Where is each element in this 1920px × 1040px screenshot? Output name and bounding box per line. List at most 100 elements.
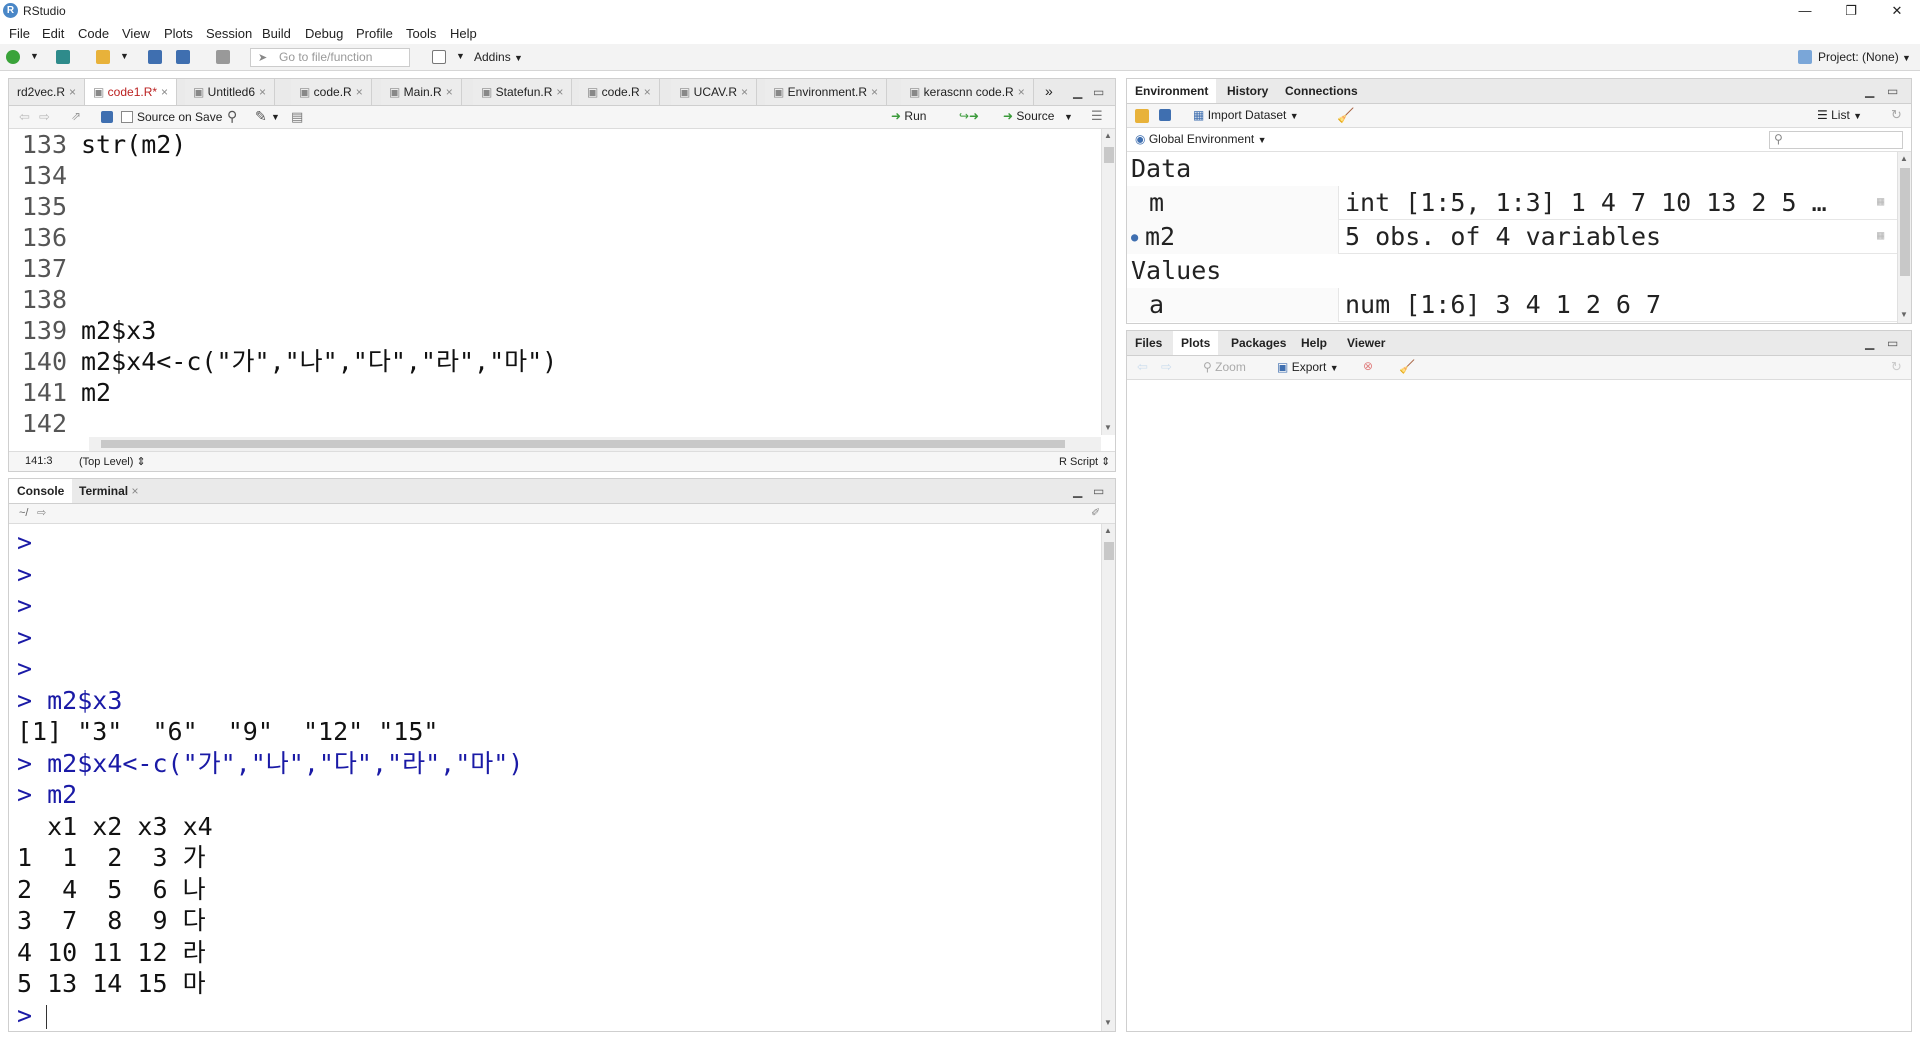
tab-history[interactable]: History <box>1219 79 1276 103</box>
remove-plot-icon[interactable]: ⊗ <box>1363 359 1373 373</box>
editor-tab[interactable]: ▣ kerascnn code.R × <box>901 79 1034 105</box>
new-file-icon[interactable] <box>6 50 20 64</box>
editor-vertical-scrollbar[interactable]: ▲ ▼ <box>1101 129 1115 435</box>
previous-plot-icon[interactable]: ⇦ <box>1137 359 1148 375</box>
show-in-window-icon[interactable]: ⇗ <box>71 109 81 123</box>
close-icon[interactable]: × <box>161 85 168 99</box>
scroll-thumb[interactable] <box>1104 147 1114 163</box>
scroll-down-icon[interactable]: ▼ <box>1900 310 1908 319</box>
editor-tab[interactable]: ▣ Environment.R × <box>765 79 888 105</box>
broom-icon[interactable]: 🧹 <box>1337 107 1354 124</box>
scroll-up-icon[interactable]: ▲ <box>1104 526 1112 535</box>
zoom-button[interactable]: ⚲ Zoom <box>1203 360 1246 374</box>
tab-terminal[interactable]: Terminal × <box>71 479 146 503</box>
tab-environment[interactable]: Environment <box>1127 79 1217 103</box>
minimize-pane-icon[interactable]: ▁ <box>1865 336 1874 350</box>
print-icon[interactable] <box>216 50 230 64</box>
menu-build[interactable]: Build <box>262 26 291 41</box>
scroll-down-icon[interactable]: ▼ <box>1104 423 1112 432</box>
menu-help[interactable]: Help <box>450 26 477 41</box>
menu-profile[interactable]: Profile <box>356 26 393 41</box>
code-line[interactable]: 135 <box>9 191 1089 222</box>
env-row-m2[interactable]: ● m2 5 obs. of 4 variables ▦ <box>1127 220 1897 254</box>
close-icon[interactable]: × <box>356 85 363 99</box>
save-icon[interactable] <box>148 50 162 64</box>
maximize-pane-icon[interactable]: ▭ <box>1887 336 1898 350</box>
chevron-down-icon[interactable]: ▼ <box>456 51 465 61</box>
open-folder-icon[interactable] <box>96 50 110 64</box>
close-button[interactable]: ✕ <box>1874 0 1920 22</box>
menu-tools[interactable]: Tools <box>406 26 436 41</box>
view-mode-selector[interactable]: ☰ List ▼ <box>1817 108 1862 122</box>
close-icon[interactable]: × <box>556 85 563 99</box>
table-view-icon[interactable]: ▦ <box>1877 228 1884 242</box>
maximize-button[interactable]: ❐ <box>1828 0 1874 22</box>
editor-tab-active[interactable]: ▣ code1.R* × <box>85 79 178 105</box>
close-icon[interactable]: × <box>871 85 878 99</box>
save-icon[interactable] <box>101 111 113 123</box>
tab-files[interactable]: Files <box>1127 331 1170 355</box>
chevron-down-icon[interactable]: ▼ <box>30 51 39 61</box>
scroll-up-icon[interactable]: ▲ <box>1104 131 1112 140</box>
addins-button[interactable]: Addins ▼ <box>474 49 523 66</box>
code-line[interactable]: 137 <box>9 253 1089 284</box>
maximize-pane-icon[interactable]: ▭ <box>1887 84 1898 98</box>
run-button[interactable]: ➜ Run <box>891 109 926 123</box>
console-output[interactable]: > > > > > > m2$x3 [1] "3" "6" "9" "12" "15" > m… <box>9 524 1101 1031</box>
menu-code[interactable]: Code <box>78 26 109 41</box>
editor-tab[interactable]: ▣ code.R × <box>291 79 372 105</box>
code-area[interactable]: 133 str(m2) 134 135 136 137 138 139 m2$x3 140 m2$x… <box>9 129 1101 435</box>
scroll-thumb[interactable] <box>1104 542 1114 560</box>
tab-viewer[interactable]: Viewer <box>1339 331 1393 355</box>
scroll-down-icon[interactable]: ▼ <box>1104 1018 1112 1027</box>
new-project-icon[interactable] <box>56 50 70 64</box>
code-line[interactable]: 138 <box>9 284 1089 315</box>
code-line[interactable]: 134 <box>9 160 1089 191</box>
close-icon[interactable]: × <box>131 484 138 498</box>
search-icon[interactable]: ⚲ <box>227 108 237 125</box>
code-line[interactable]: 133 str(m2) <box>9 129 1089 160</box>
environment-search-input[interactable]: ⚲ <box>1769 131 1903 149</box>
env-row-a[interactable]: a num [1:6] 3 4 1 2 6 7 <box>1127 288 1897 322</box>
tab-help[interactable]: Help <box>1293 331 1335 355</box>
close-icon[interactable]: × <box>446 85 453 99</box>
next-plot-icon[interactable]: ⇨ <box>1161 359 1172 375</box>
code-line[interactable]: 142 <box>9 408 1089 435</box>
scroll-thumb[interactable] <box>1900 168 1910 276</box>
table-view-icon[interactable]: ▦ <box>1877 194 1884 208</box>
tab-packages[interactable]: Packages <box>1223 331 1294 355</box>
minimize-button[interactable]: — <box>1782 0 1828 22</box>
clear-console-icon[interactable]: ✐ <box>1091 506 1100 519</box>
back-icon[interactable]: ⇦ <box>19 109 30 125</box>
editor-tab[interactable]: ▣ Statefun.R × <box>473 79 573 105</box>
tab-console[interactable]: Console <box>9 479 73 503</box>
console-vertical-scrollbar[interactable]: ▲ ▼ <box>1101 524 1115 1031</box>
close-icon[interactable]: × <box>259 85 266 99</box>
maximize-pane-icon[interactable]: ▭ <box>1093 85 1104 99</box>
project-menu[interactable]: Project: (None) ▼ <box>1818 49 1911 66</box>
code-line[interactable]: 141 m2 <box>9 377 1089 408</box>
export-button[interactable]: ▣ Export ▼ <box>1277 360 1339 374</box>
close-icon[interactable]: × <box>1018 85 1025 99</box>
filetype-selector[interactable]: R Script ⇕ <box>1059 455 1110 468</box>
maximize-pane-icon[interactable]: ▭ <box>1093 484 1104 498</box>
editor-tab[interactable]: ▣ code.R × <box>579 79 660 105</box>
chevron-down-icon[interactable]: ▼ <box>1064 112 1073 122</box>
environment-vertical-scrollbar[interactable]: ▲ ▼ <box>1897 152 1911 323</box>
source-on-save-checkbox[interactable] <box>121 111 133 123</box>
close-icon[interactable]: × <box>69 85 76 99</box>
code-line[interactable]: 140 m2$x4<-c("가","나","다","라","마") <box>9 346 1089 377</box>
code-line[interactable]: 136 <box>9 222 1089 253</box>
import-dataset-button[interactable]: ▦ Import Dataset ▼ <box>1193 108 1299 122</box>
menu-file[interactable]: File <box>9 26 30 41</box>
editor-tab[interactable]: rd2vec.R × <box>9 79 86 105</box>
broom-icon[interactable]: 🧹 <box>1399 359 1415 375</box>
compile-report-icon[interactable]: ▤ <box>291 109 303 125</box>
load-workspace-icon[interactable] <box>1135 109 1149 123</box>
chevron-down-icon[interactable]: ▼ <box>271 112 280 122</box>
save-workspace-icon[interactable] <box>1159 109 1171 121</box>
refresh-icon[interactable]: ↻ <box>1891 359 1902 375</box>
menu-plots[interactable]: Plots <box>164 26 193 41</box>
scope-dropdown[interactable]: ◉ Global Environment ▼ <box>1135 132 1266 146</box>
env-row-m[interactable]: m int [1:5, 1:3] 1 4 7 10 13 2 5 … ▦ <box>1127 186 1897 220</box>
